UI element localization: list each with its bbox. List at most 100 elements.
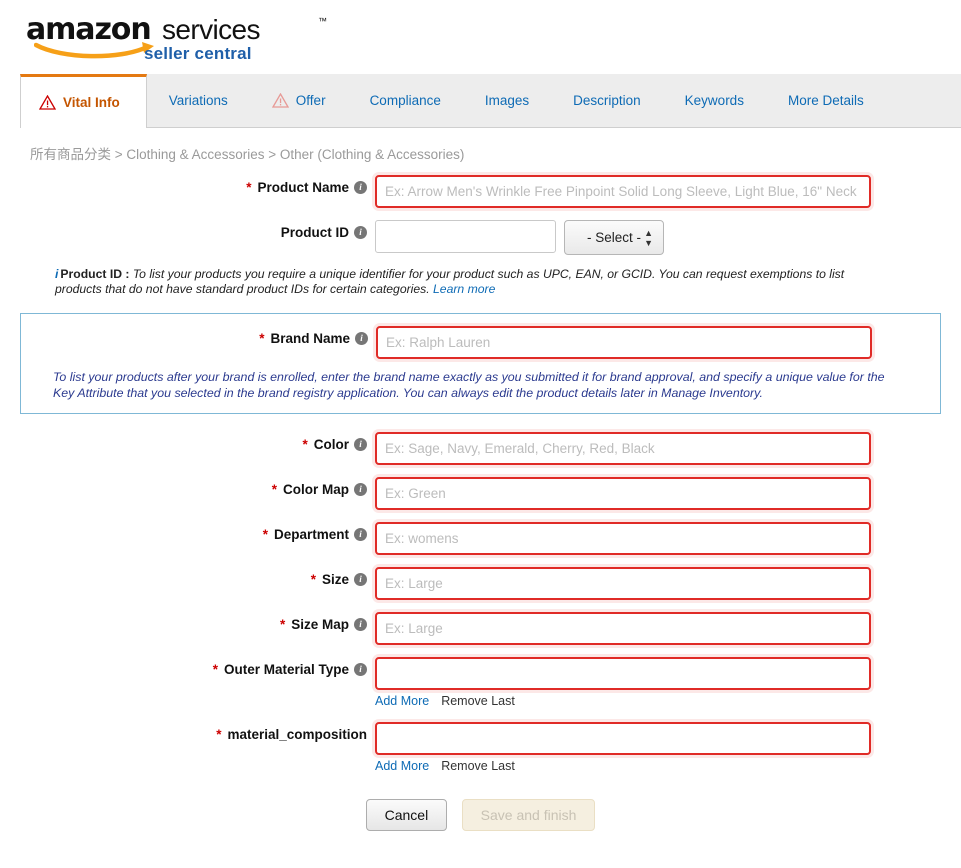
tab-variations[interactable]: Variations: [147, 74, 250, 127]
tab-keywords[interactable]: Keywords: [663, 74, 766, 127]
info-icon[interactable]: i: [354, 483, 367, 496]
breadcrumb-separator: >: [264, 147, 280, 162]
field-row-department: * Department i: [0, 522, 961, 555]
listing-tabs: Vital Info Variations Offer Compliance I…: [20, 74, 961, 128]
required-asterisk: *: [216, 727, 222, 742]
label-text: Outer Material Type: [223, 662, 349, 677]
outer-material-type-input[interactable]: [375, 657, 871, 690]
color-map-label: * Color Map i: [0, 477, 375, 497]
logo-services-text: services: [162, 14, 260, 45]
tab-label: Description: [573, 93, 641, 108]
color-input[interactable]: [375, 432, 871, 465]
field-row-color: * Color i: [0, 432, 961, 465]
breadcrumb-item-other[interactable]: Other (Clothing & Accessories): [280, 147, 465, 162]
tab-label: Vital Info: [63, 95, 120, 110]
department-input[interactable]: [375, 522, 871, 555]
cancel-button[interactable]: Cancel: [365, 799, 448, 831]
info-icon[interactable]: i: [354, 663, 367, 676]
size-input[interactable]: [375, 567, 871, 600]
color-label: * Color i: [0, 432, 375, 452]
brand-name-label: * Brand Name i: [21, 326, 376, 346]
remove-last-link[interactable]: Remove Last: [441, 694, 515, 708]
required-asterisk: *: [246, 180, 252, 195]
department-label: * Department i: [0, 522, 375, 542]
learn-more-link[interactable]: Learn more: [433, 282, 495, 296]
outer-material-type-field-cell: Add More Remove Last: [375, 657, 961, 708]
info-icon[interactable]: i: [354, 438, 367, 451]
tab-compliance[interactable]: Compliance: [348, 74, 463, 127]
breadcrumb-item-root[interactable]: 所有商品分类: [30, 147, 111, 163]
trademark-icon: ™: [318, 16, 327, 26]
label-text: Color: [313, 437, 349, 452]
help-colon: :: [122, 267, 133, 281]
required-asterisk: *: [271, 482, 277, 497]
tab-description[interactable]: Description: [551, 74, 663, 127]
product-name-label: * Product Name i: [0, 175, 375, 195]
field-row-outer-material-type: * Outer Material Type i Add More Remove L…: [0, 657, 961, 708]
material-composition-field-cell: Add More Remove Last: [375, 722, 961, 773]
color-map-field-cell: [375, 477, 961, 510]
help-title: Product ID: [60, 267, 123, 281]
brand-name-input[interactable]: [376, 325, 872, 359]
remove-last-link[interactable]: Remove Last: [441, 759, 515, 773]
material-composition-input[interactable]: [375, 722, 871, 755]
tab-label: Keywords: [684, 93, 744, 108]
color-map-input[interactable]: [375, 477, 871, 510]
tab-label: Variations: [168, 93, 228, 108]
product-id-type-select[interactable]: - Select - ▲ ▼: [564, 220, 664, 255]
label-text: material_composition: [227, 727, 367, 742]
tab-images[interactable]: Images: [463, 74, 551, 127]
info-icon[interactable]: i: [354, 528, 367, 541]
product-id-input[interactable]: [375, 220, 556, 253]
field-row-product-name: * Product Name i: [0, 175, 961, 208]
info-icon[interactable]: i: [354, 226, 367, 239]
info-icon[interactable]: i: [354, 618, 367, 631]
info-icon[interactable]: i: [355, 331, 368, 345]
main-content: 所有商品分类 > Clothing & Accessories > Other …: [0, 129, 961, 831]
logo-seller-central-text: seller central: [144, 44, 252, 63]
add-more-link[interactable]: Add More: [375, 694, 429, 708]
tab-label: More Details: [787, 93, 864, 108]
size-map-input[interactable]: [375, 612, 871, 645]
required-asterisk: *: [302, 437, 308, 452]
add-more-link[interactable]: Add More: [375, 759, 429, 773]
field-row-color-map: * Color Map i: [0, 477, 961, 510]
field-row-material-composition: * material_composition Add More Remove La…: [0, 722, 961, 773]
required-asterisk: *: [310, 572, 316, 587]
info-icon[interactable]: i: [354, 181, 367, 194]
tab-label: Images: [484, 93, 530, 108]
brand-name-section: * Brand Name i To list your products aft…: [20, 312, 941, 414]
tab-offer[interactable]: Offer: [250, 74, 348, 127]
label-text: Color Map: [283, 482, 349, 497]
info-icon[interactable]: i: [354, 573, 367, 586]
breadcrumb-item-clothing[interactable]: Clothing & Accessories: [126, 147, 264, 162]
required-asterisk: *: [259, 330, 265, 346]
tab-vital-info[interactable]: Vital Info: [20, 74, 147, 128]
department-field-cell: [375, 522, 961, 555]
amazon-services-logo[interactable]: amazon services ™ seller central: [26, 10, 356, 64]
size-field-cell: [375, 567, 961, 600]
chevron-updown-icon: ▲ ▼: [644, 228, 653, 248]
size-map-field-cell: [375, 612, 961, 645]
tab-label: Compliance: [369, 93, 441, 108]
label-text: Product Name: [257, 180, 349, 195]
brand-enrollment-note: To list your products after your brand i…: [53, 369, 885, 400]
tab-more-details[interactable]: More Details: [766, 74, 886, 127]
material-composition-repeat-controls: Add More Remove Last: [375, 759, 961, 773]
warning-triangle-icon: [39, 95, 56, 110]
select-value: - Select -: [586, 230, 641, 245]
product-id-help-text: i Product ID : To list your products you …: [55, 267, 880, 297]
amazon-smile-swoosh-icon: [34, 42, 154, 59]
info-mark-icon: i: [55, 267, 59, 281]
vital-info-form: * Product Name i Product ID i - Select: [0, 175, 961, 831]
save-and-finish-button[interactable]: Save and finish: [461, 799, 596, 831]
tab-label: Offer: [295, 93, 326, 108]
product-name-input[interactable]: [375, 175, 871, 208]
label-text: Product ID: [280, 225, 349, 240]
warning-triangle-icon: [271, 93, 289, 108]
required-asterisk: *: [212, 662, 218, 677]
product-id-field-cell: - Select - ▲ ▼: [375, 220, 961, 255]
page-root: amazon services ™ seller central Vital I…: [0, 0, 961, 868]
breadcrumb: 所有商品分类 > Clothing & Accessories > Other …: [0, 129, 961, 175]
